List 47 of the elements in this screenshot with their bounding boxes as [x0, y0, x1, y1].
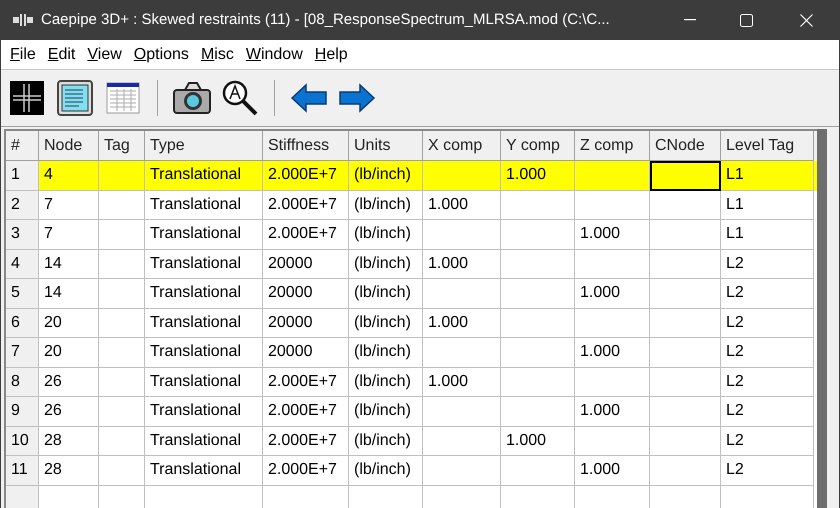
column-header[interactable]: CNode — [650, 131, 721, 161]
menu-item[interactable]: View — [81, 42, 128, 66]
minimize-icon — [684, 19, 696, 21]
table-row[interactable]: 11 28 Translational 2.000E+7 (lb/inch) 1.000 L2 — [6, 456, 817, 486]
menu-item[interactable]: Misc — [194, 42, 240, 66]
row-number: 10 — [6, 426, 39, 456]
close-icon — [800, 14, 812, 26]
row-number: 5 — [6, 279, 39, 308]
table-row[interactable]: 7 20 Translational 20000 (lb/inch) 1.000 L2 — [6, 338, 817, 368]
table-row[interactable]: 9 26 Translational 2.000E+7 (lb/inch) 1.000 L2 — [6, 397, 817, 426]
document-tool-button[interactable] — [55, 78, 95, 118]
row-number: 6 — [6, 308, 39, 338]
row-number: 11 — [6, 456, 39, 486]
table-row[interactable]: 8 26 Translational 2.000E+7 (lb/inch) 1.000 L2 — [6, 368, 817, 397]
row-number: 2 — [6, 190, 39, 220]
camera-icon — [172, 81, 212, 115]
row-header — [6, 486, 39, 508]
menu-item[interactable]: Options — [128, 42, 195, 66]
maximize-icon — [740, 14, 752, 26]
scroll-bar[interactable] — [817, 129, 827, 508]
document-icon — [57, 80, 93, 116]
zoom-tool-button[interactable] — [220, 78, 260, 118]
table-row[interactable]: 3 7 Translational 2.000E+7 (lb/inch) 1.000 L1 — [6, 220, 817, 250]
table-icon — [106, 81, 140, 115]
row-number: 3 — [6, 220, 39, 250]
table-row[interactable]: 6 20 Translational 20000 (lb/inch) 1.000 L2 — [6, 308, 817, 338]
crosshair-grid-icon — [10, 81, 44, 115]
menu-item[interactable]: File — [4, 42, 42, 66]
grid-tool-button[interactable] — [7, 78, 47, 118]
left-arrow-icon — [290, 83, 328, 113]
magnifier-icon — [221, 79, 259, 117]
window-title: Caepipe 3D+ : Skewed restraints (11) - [08_ResponseSpectrum_MLRSA.mod (C:\C... — [41, 10, 610, 30]
right-arrow-icon — [338, 83, 376, 113]
row-number: 9 — [6, 397, 39, 426]
app-icon — [13, 14, 33, 26]
table-row[interactable]: 5 14 Translational 20000 (lb/inch) 1.000 L2 — [6, 279, 817, 308]
table-row[interactable]: 2 7 Translational 2.000E+7 (lb/inch) 1.000 L1 — [6, 190, 817, 220]
table-row[interactable]: 10 28 Translational 2.000E+7 (lb/inch) 1.000 L2 — [6, 426, 817, 456]
menu-item[interactable]: Window — [240, 42, 309, 66]
row-number: 7 — [6, 338, 39, 368]
menu-item[interactable]: Help — [308, 42, 354, 66]
row-number: 8 — [6, 368, 39, 397]
table-row[interactable]: 4 14 Translational 20000 (lb/inch) 1.000 L2 — [6, 250, 817, 279]
table-row[interactable]: 1 4 Translational 2.000E+7 (lb/inch) 1.000 L1 — [6, 161, 817, 190]
row-number: 4 — [6, 250, 39, 279]
row-number: 1 — [6, 161, 39, 190]
menu-item[interactable]: Edit — [42, 42, 82, 66]
